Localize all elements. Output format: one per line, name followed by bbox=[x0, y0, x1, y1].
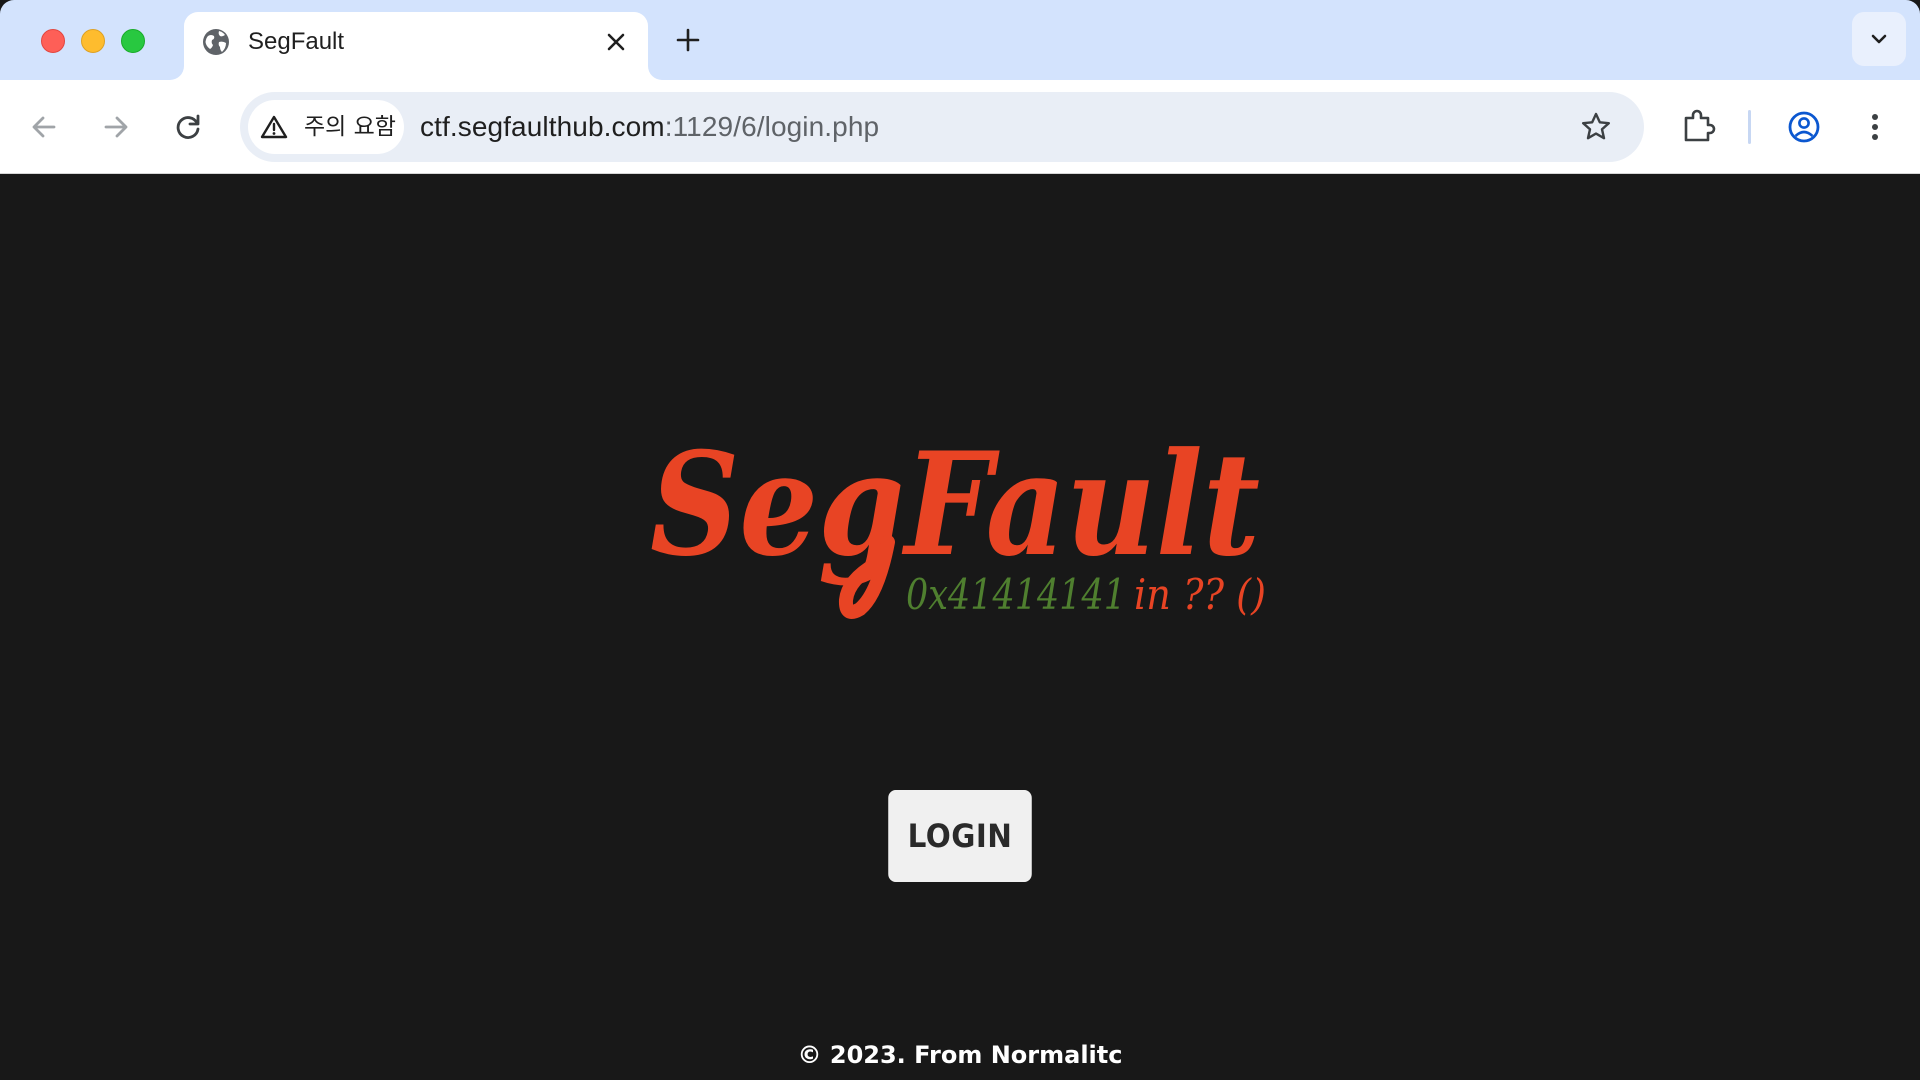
url-host: ctf.segfaulthub.com bbox=[420, 111, 665, 142]
reload-icon[interactable] bbox=[168, 107, 208, 147]
url-text[interactable]: ctf.segfaulthub.com:1129/6/login.php bbox=[420, 109, 879, 145]
address-bar[interactable]: 주의 요함 ctf.segfaulthub.com:1129/6/login.p… bbox=[240, 92, 1644, 162]
logo-tagline-address: 0x41414141 bbox=[906, 570, 1126, 619]
security-chip[interactable]: 주의 요함 bbox=[248, 100, 404, 154]
tab-segfault[interactable]: SegFault bbox=[184, 12, 648, 80]
window-minimize-button[interactable] bbox=[81, 29, 105, 53]
window-close-button[interactable] bbox=[41, 29, 65, 53]
page-content: SegFault 0x41414141 in ?? () LOGIN © 202… bbox=[0, 174, 1920, 1080]
puzzle-icon[interactable] bbox=[1676, 105, 1720, 149]
security-label: 주의 요함 bbox=[304, 114, 396, 140]
logo-title: SegFault bbox=[650, 422, 1260, 588]
close-icon[interactable] bbox=[602, 28, 630, 56]
arrow-right-icon[interactable] bbox=[96, 107, 136, 147]
arrow-left-icon[interactable] bbox=[24, 107, 64, 147]
globe-icon bbox=[203, 29, 229, 55]
toolbar-divider bbox=[1748, 110, 1751, 144]
tab-strip: SegFault bbox=[0, 0, 1920, 80]
url-path: :1129/6/login.php bbox=[664, 111, 880, 142]
chevron-down-icon bbox=[1871, 34, 1887, 44]
more-vert-icon[interactable] bbox=[1860, 105, 1890, 149]
tab-title: SegFault bbox=[248, 28, 345, 55]
login-button[interactable]: LOGIN bbox=[888, 790, 1032, 882]
star-icon[interactable] bbox=[1578, 109, 1614, 145]
window-maximize-button[interactable] bbox=[121, 29, 145, 53]
browser-toolbar: 주의 요함 ctf.segfaulthub.com:1129/6/login.p… bbox=[0, 80, 1920, 174]
segfault-logo: SegFault 0x41414141 in ?? () bbox=[650, 422, 1266, 619]
tab-search-button[interactable] bbox=[1852, 12, 1906, 66]
logo-tagline-rest: in ?? () bbox=[1134, 570, 1266, 619]
plus-icon[interactable] bbox=[672, 24, 704, 56]
footer-copyright: © 2023. From Normalitc bbox=[797, 1041, 1123, 1069]
warning-triangle-icon bbox=[260, 115, 288, 139]
account-circle-icon[interactable] bbox=[1782, 105, 1826, 149]
